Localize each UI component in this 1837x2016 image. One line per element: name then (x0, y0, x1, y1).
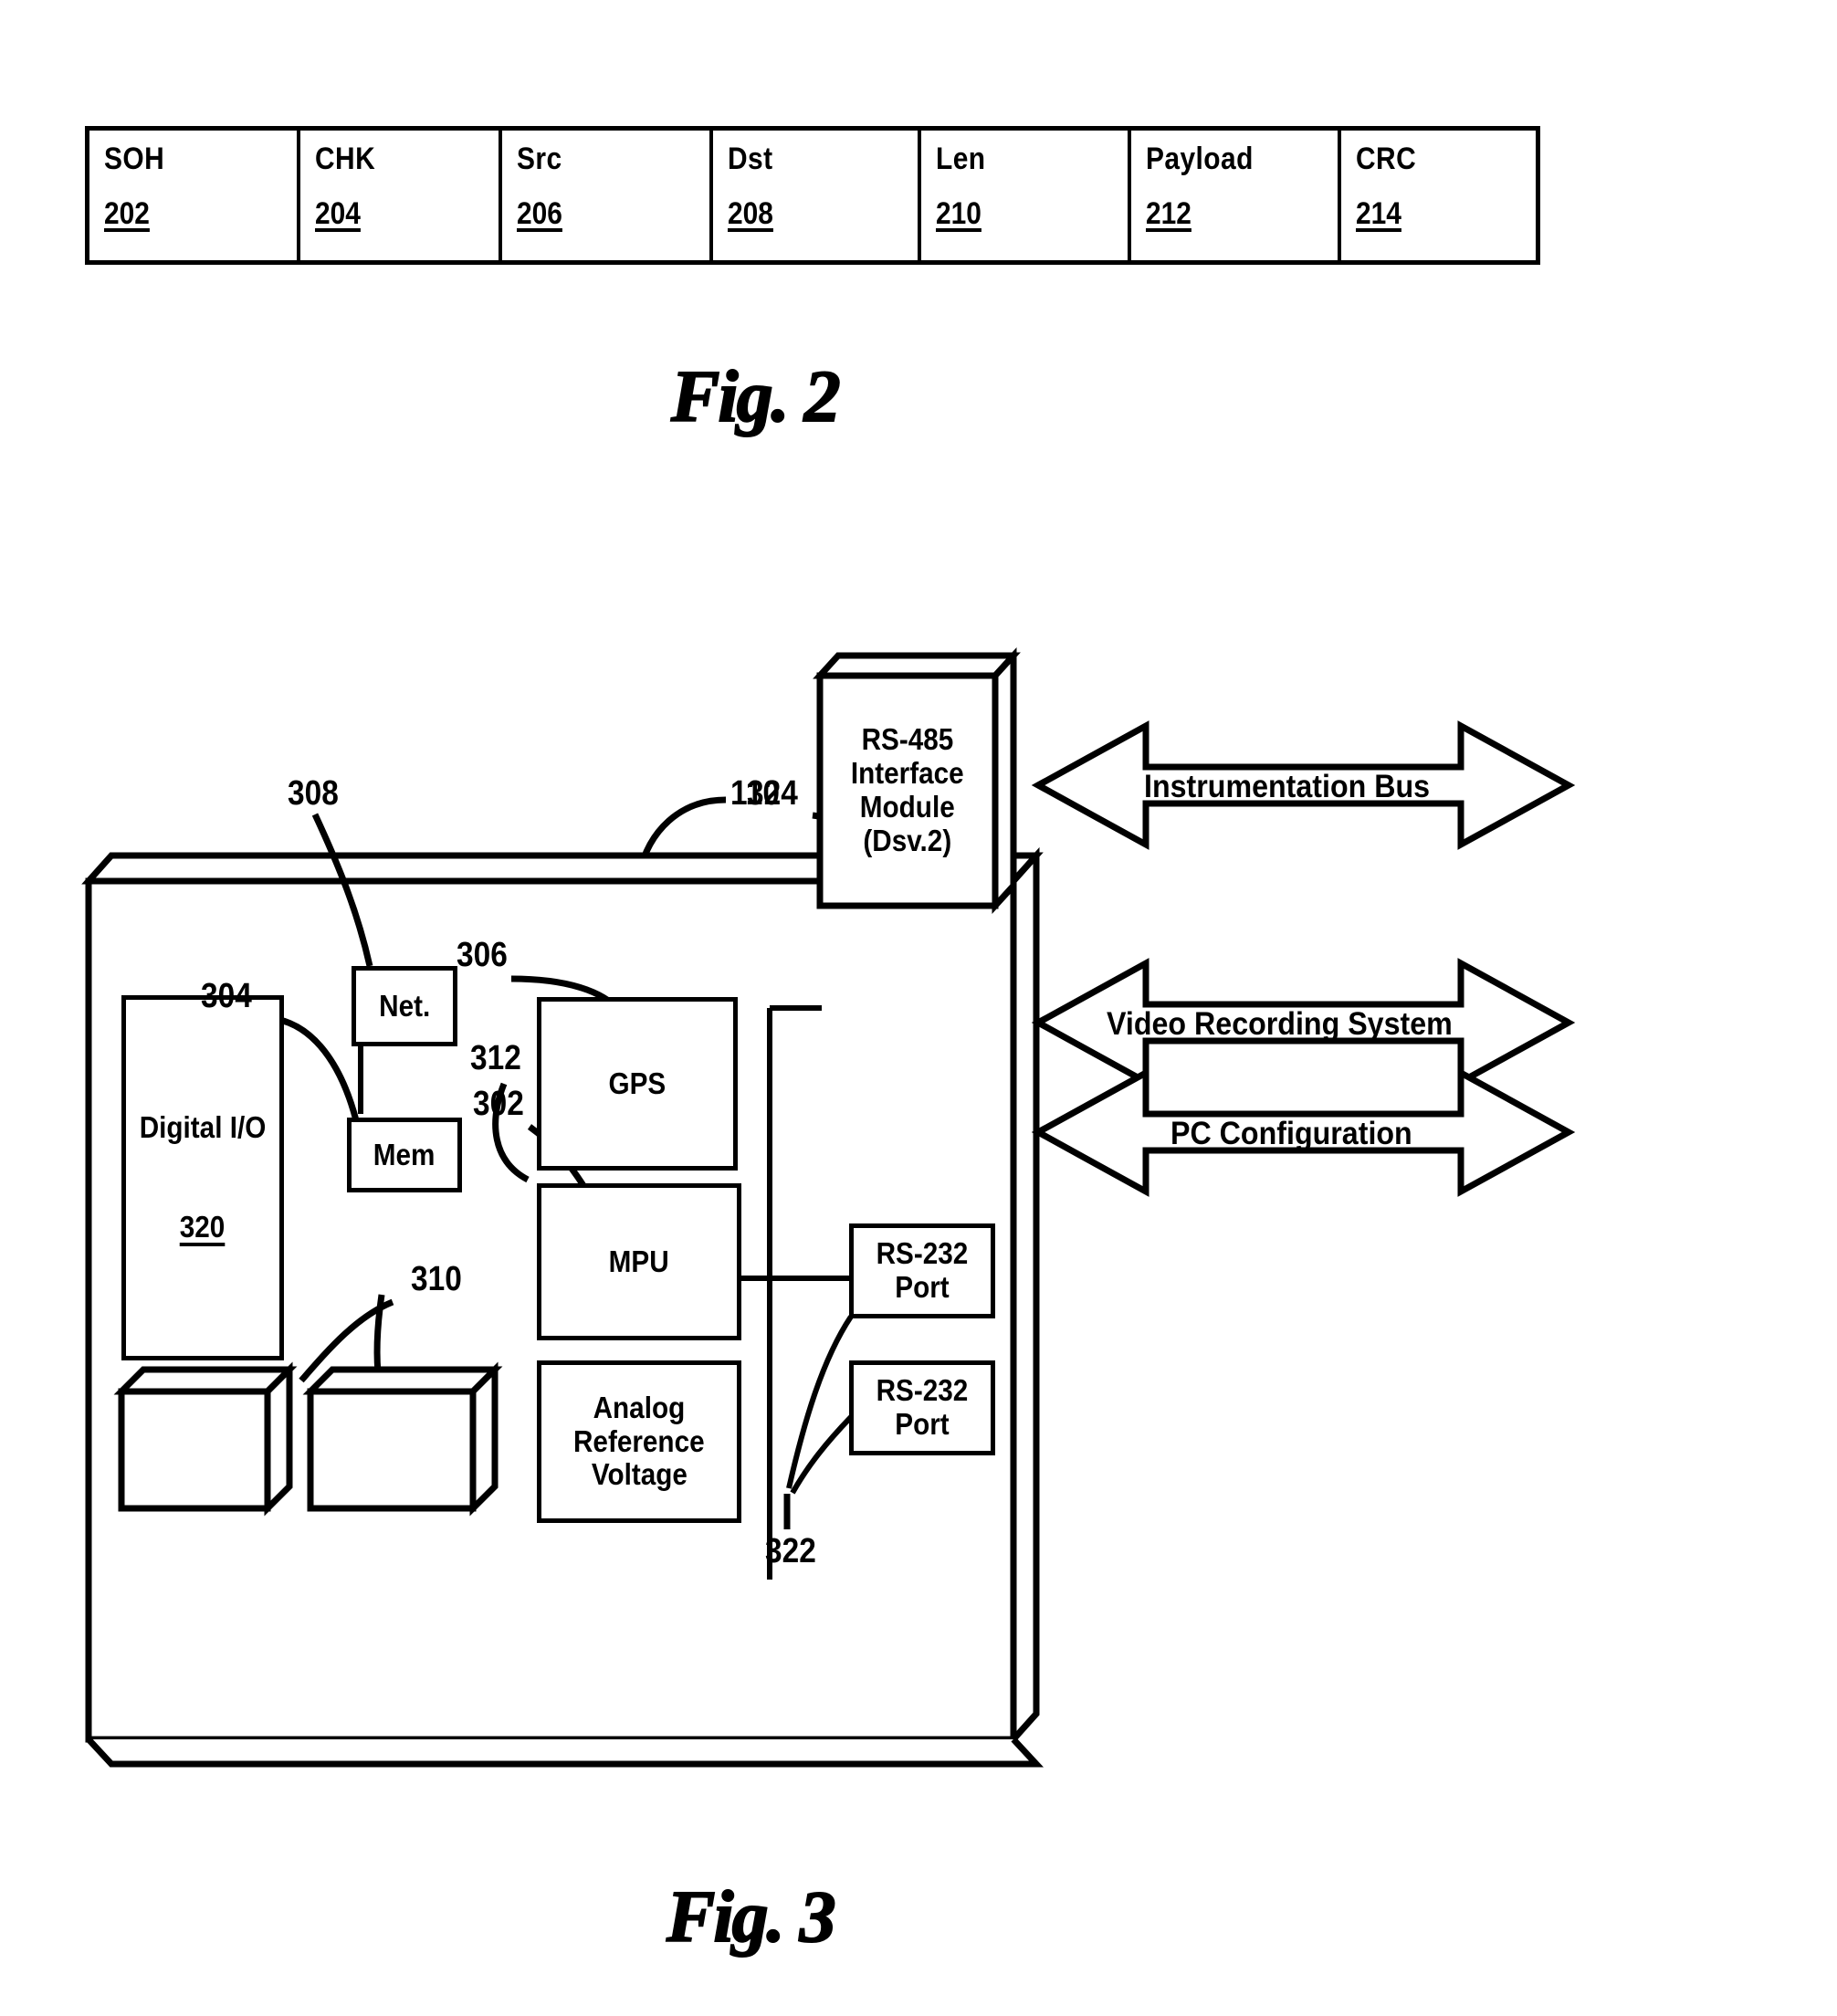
bus-label-pc-configuration: PC Configuration (1170, 1116, 1412, 1151)
block-label-line: Analog (593, 1390, 686, 1424)
ref-label-322: 322 (765, 1532, 816, 1570)
block-rs232-port-video: RS-232 Port (849, 1223, 995, 1318)
figure-3-caption: Fig. 3 (666, 1876, 837, 1958)
block-label-line: Reference (573, 1423, 705, 1458)
cell-label: SOH (104, 142, 165, 176)
block-label: Digital I/O (139, 1110, 267, 1145)
block-label: GPS (608, 1066, 667, 1100)
ref-label-312: 312 (470, 1039, 521, 1077)
table-cell-chk: CHK 204 (300, 131, 503, 260)
cell-label: Len (936, 142, 986, 176)
block-ref-number: 320 (180, 1210, 226, 1244)
cell-ref-number: 202 (104, 196, 150, 231)
packet-frame-table: SOH 202 CHK 204 Src 206 Dst 208 Len 210 … (85, 126, 1540, 265)
bus-label-video-recording-system: Video Recording System (1107, 1006, 1453, 1042)
patent-drawing-sheet: SOH 202 CHK 204 Src 206 Dst 208 Len 210 … (0, 0, 1837, 2016)
ref-label-324: 324 (747, 774, 798, 813)
block-digital-io: Digital I/O 320 (121, 995, 284, 1360)
block-label-line: Voltage (591, 1457, 688, 1492)
ref-label-308: 308 (288, 774, 339, 813)
block-mpu: MPU (537, 1183, 741, 1340)
block-analog-reference-voltage: Analog Reference Voltage (537, 1360, 741, 1523)
block-label: MPU (608, 1244, 670, 1278)
block-label-line: Module (860, 790, 955, 824)
ref-label-302: 302 (473, 1085, 524, 1123)
cell-label: Dst (727, 142, 773, 176)
cell-label: Payload (1145, 142, 1254, 176)
block-rs232-port-pc: RS-232 Port (849, 1360, 995, 1455)
bus-label-instrumentation-bus: Instrumentation Bus (1144, 769, 1431, 804)
cell-ref-number: 214 (1356, 196, 1402, 231)
ref-label-310: 310 (411, 1260, 462, 1298)
block-gps: GPS (537, 997, 738, 1171)
cell-ref-number: 206 (517, 196, 563, 231)
block-label: Net. (378, 988, 431, 1023)
cell-ref-number: 210 (936, 196, 982, 231)
cell-ref-number: 204 (314, 196, 361, 231)
block-label-line: (Dsv.2) (863, 823, 952, 857)
block-mem: Mem (347, 1118, 462, 1192)
figure-3-block-diagram: 110 308 324 306 304 302 312 310 322 Digi… (0, 639, 1837, 1863)
cell-ref-number: 208 (727, 196, 773, 231)
cell-label: Src (517, 142, 562, 176)
table-cell-crc: CRC 214 (1341, 131, 1536, 260)
block-net: Net. (352, 966, 457, 1046)
cell-label: CHK (314, 142, 375, 176)
table-cell-len: Len 210 (921, 131, 1131, 260)
figure-2-caption: Fig. 2 (670, 356, 842, 438)
block-label-line: RS-232 (876, 1373, 969, 1408)
block-label: Mem (373, 1137, 436, 1171)
table-cell-src: Src 206 (502, 131, 713, 260)
table-cell-dst: Dst 208 (713, 131, 922, 260)
block-label-line: Port (895, 1270, 950, 1304)
block-label-line: Port (895, 1407, 950, 1441)
table-cell-payload: Payload 212 (1131, 131, 1342, 260)
block-label-line: RS-485 (861, 722, 954, 757)
cell-label: CRC (1356, 142, 1417, 176)
cell-ref-number: 212 (1145, 196, 1191, 231)
block-label-line: RS-232 (876, 1236, 969, 1271)
ref-label-304: 304 (201, 977, 252, 1015)
block-label-line: Interface (851, 756, 964, 791)
ref-label-306: 306 (457, 936, 508, 974)
table-cell-soh: SOH 202 (89, 131, 300, 260)
block-rs485-interface-module: RS-485 Interface Module (Dsv.2) (820, 676, 995, 906)
